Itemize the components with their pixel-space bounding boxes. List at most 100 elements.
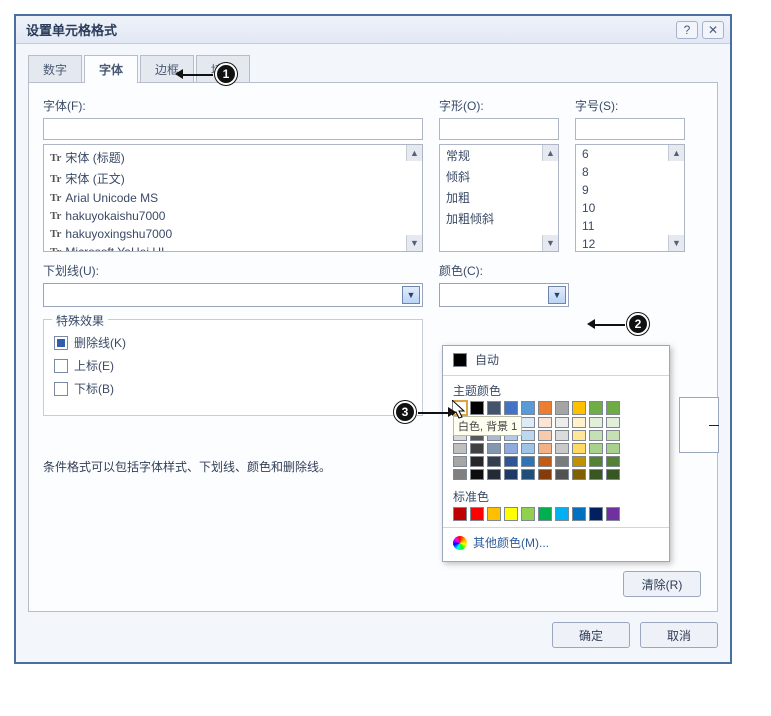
scroll-up[interactable]: ▲ [406,145,422,161]
checkbox-icon[interactable] [54,359,68,373]
theme-color-swatch[interactable] [470,401,484,415]
scroll-down[interactable]: ▼ [406,235,422,251]
shade-color-swatch[interactable] [453,443,467,454]
more-colors-item[interactable]: 其他颜色(M)... [443,530,669,555]
shade-color-swatch[interactable] [487,430,501,441]
scroll-up[interactable]: ▲ [668,145,684,161]
standard-color-swatch[interactable] [487,507,501,521]
shade-color-swatch[interactable] [606,430,620,441]
help-button[interactable]: ? [676,21,698,39]
shade-color-swatch[interactable] [453,456,467,467]
shade-color-swatch[interactable] [504,456,518,467]
cancel-button[interactable]: 取消 [640,622,718,648]
tab-border[interactable]: 边框 [140,55,194,83]
font-item[interactable]: Tr宋体 (正文) [44,168,422,189]
scroll-down[interactable]: ▼ [668,235,684,251]
shade-color-swatch[interactable] [453,430,467,441]
shade-color-swatch[interactable] [487,456,501,467]
style-item[interactable]: 加粗 [440,187,558,208]
size-item[interactable]: 9 [576,181,684,199]
font-item[interactable]: TrArial Unicode MS [44,189,422,207]
theme-color-swatch[interactable] [589,401,603,415]
shade-color-swatch[interactable] [453,469,467,480]
shade-color-swatch[interactable] [589,443,603,454]
theme-color-swatch[interactable] [572,401,586,415]
shade-color-swatch[interactable] [470,469,484,480]
font-item[interactable]: Trhakuyokaishu7000 [44,207,422,225]
shade-color-swatch[interactable] [572,469,586,480]
shade-color-swatch[interactable] [606,417,620,428]
shade-color-swatch[interactable] [504,430,518,441]
theme-color-swatch[interactable] [521,401,535,415]
shade-color-swatch[interactable] [538,456,552,467]
strike-checkbox-row[interactable]: 删除线(K) [54,334,412,351]
shade-color-swatch[interactable] [504,417,518,428]
shade-color-swatch[interactable] [555,469,569,480]
font-item[interactable]: Trhakuyoxingshu7000 [44,225,422,243]
shade-color-swatch[interactable] [572,417,586,428]
font-listbox[interactable]: ▲ ▼ Tr宋体 (标题) Tr宋体 (正文) TrArial Unicode … [43,144,423,252]
standard-color-swatch[interactable] [470,507,484,521]
standard-color-swatch[interactable] [538,507,552,521]
shade-color-swatch[interactable] [453,417,467,428]
standard-color-swatch[interactable] [606,507,620,521]
standard-color-swatch[interactable] [555,507,569,521]
clear-button[interactable]: 清除(R) [623,571,701,597]
shade-color-swatch[interactable] [589,430,603,441]
size-listbox[interactable]: ▲ ▼ 6 8 9 10 11 12 [575,144,685,252]
size-item[interactable]: 8 [576,163,684,181]
shade-color-swatch[interactable] [521,417,535,428]
size-item[interactable]: 11 [576,217,684,235]
standard-color-swatch[interactable] [572,507,586,521]
auto-color-item[interactable]: 自动 [443,346,669,373]
tab-font[interactable]: 字体 [84,55,138,83]
scroll-up[interactable]: ▲ [542,145,558,161]
font-item[interactable]: Tr宋体 (标题) [44,147,422,168]
shade-color-swatch[interactable] [470,443,484,454]
shade-color-swatch[interactable] [521,469,535,480]
shade-color-swatch[interactable] [606,443,620,454]
theme-color-swatch[interactable] [606,401,620,415]
shade-color-swatch[interactable] [521,456,535,467]
checkbox-icon[interactable] [54,336,68,350]
dropdown-button[interactable]: ▼ [548,286,566,304]
sub-checkbox-row[interactable]: 下标(B) [54,380,412,397]
shade-color-swatch[interactable] [538,417,552,428]
style-listbox[interactable]: ▲ ▼ 常规 倾斜 加粗 加粗倾斜 [439,144,559,252]
theme-color-swatch[interactable] [538,401,552,415]
style-input[interactable] [439,118,559,140]
theme-color-swatch[interactable] [555,401,569,415]
shade-color-swatch[interactable] [538,430,552,441]
shade-color-swatch[interactable] [555,430,569,441]
shade-color-swatch[interactable] [606,469,620,480]
shade-color-swatch[interactable] [487,417,501,428]
tab-number[interactable]: 数字 [28,55,82,83]
shade-color-swatch[interactable] [487,469,501,480]
standard-color-swatch[interactable] [453,507,467,521]
shade-color-swatch[interactable] [555,417,569,428]
shade-color-swatch[interactable] [504,443,518,454]
shade-color-swatch[interactable] [606,456,620,467]
shade-color-swatch[interactable] [572,443,586,454]
checkbox-icon[interactable] [54,382,68,396]
style-item[interactable]: 加粗倾斜 [440,208,558,229]
theme-color-swatch[interactable] [487,401,501,415]
shade-color-swatch[interactable] [487,443,501,454]
size-input[interactable] [575,118,685,140]
shade-color-swatch[interactable] [504,469,518,480]
style-item[interactable]: 常规 [440,145,558,166]
dropdown-button[interactable]: ▼ [402,286,420,304]
shade-color-swatch[interactable] [521,443,535,454]
shade-color-swatch[interactable] [521,430,535,441]
shade-color-swatch[interactable] [589,417,603,428]
shade-color-swatch[interactable] [572,430,586,441]
shade-color-swatch[interactable] [538,443,552,454]
standard-color-swatch[interactable] [589,507,603,521]
font-input[interactable] [43,118,423,140]
shade-color-swatch[interactable] [572,456,586,467]
shade-color-swatch[interactable] [589,456,603,467]
close-button[interactable]: ✕ [702,21,724,39]
standard-color-swatch[interactable] [504,507,518,521]
shade-color-swatch[interactable] [470,456,484,467]
scroll-down[interactable]: ▼ [542,235,558,251]
